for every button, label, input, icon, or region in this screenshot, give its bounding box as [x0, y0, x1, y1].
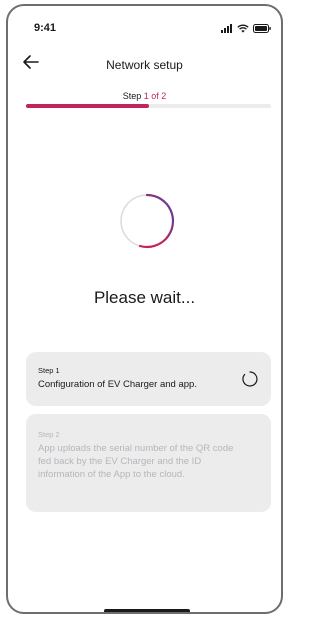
step-indicator: Step 1 of 2	[8, 91, 281, 101]
step-indicator-prefix: Step	[122, 91, 144, 101]
status-bar: 9:41	[8, 6, 281, 40]
step-2-label: Step 2	[38, 430, 60, 439]
step-card-2: Step 2 App uploads the serial number of …	[26, 414, 271, 512]
step-indicator-separator: of	[148, 91, 162, 101]
battery-icon	[253, 23, 271, 33]
status-icons	[221, 22, 271, 34]
progress-bar	[26, 104, 271, 108]
step-loading-icon	[242, 371, 258, 387]
phone-screen: 9:41 Network setup Step 1 of 2 Please wa…	[6, 4, 283, 614]
nav-bar: Network setup	[8, 50, 281, 76]
home-indicator[interactable]	[104, 609, 190, 612]
step-1-description: Configuration of EV Charger and app.	[38, 379, 197, 390]
status-time: 9:41	[34, 22, 57, 34]
wifi-icon	[237, 24, 249, 33]
step-card-1: Step 1 Configuration of EV Charger and a…	[26, 352, 271, 406]
page-title: Network setup	[106, 58, 183, 72]
progress-bar-fill	[26, 104, 149, 108]
loading-message: Please wait...	[93, 288, 196, 307]
cellular-signal-icon	[221, 23, 232, 33]
step-2-description: App uploads the serial number of the QR …	[38, 443, 234, 480]
loading-spinner-icon	[120, 193, 175, 249]
step-1-label: Step 1	[38, 366, 60, 375]
step-indicator-total: 2	[161, 91, 167, 101]
